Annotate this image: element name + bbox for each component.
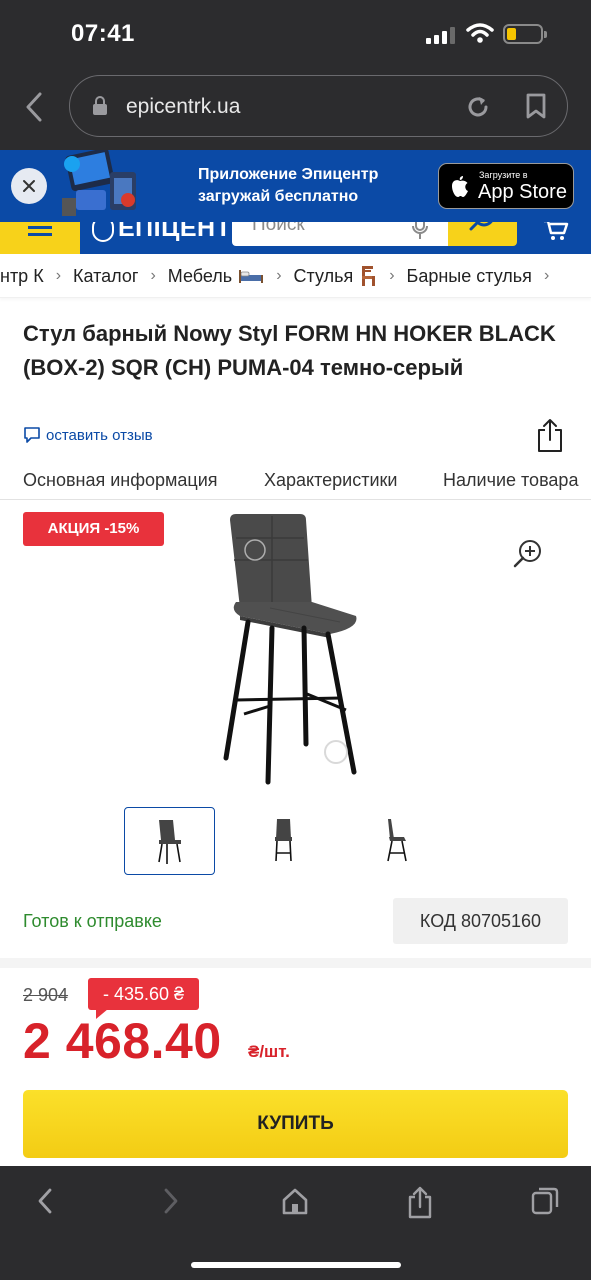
breadcrumb-item-catalog[interactable]: Каталог <box>73 266 138 287</box>
menu-button[interactable] <box>0 222 80 254</box>
product-title: Стул барный Nowy Styl FORM HN HOKER BLAC… <box>23 321 556 380</box>
browser-bottom-bar <box>0 1166 591 1280</box>
battery-icon <box>503 24 547 44</box>
buy-button[interactable]: КУПИТЬ <box>23 1090 568 1158</box>
banner-text: Приложение Эпицентр загружай бесплатно <box>198 164 378 208</box>
reload-icon[interactable] <box>464 93 492 121</box>
breadcrumb-label: нтр К <box>0 265 44 286</box>
product-tabs: Основная информация Характеристики Налич… <box>0 460 591 500</box>
bed-icon <box>239 270 264 283</box>
status-bar: 07:41 <box>0 0 591 70</box>
leave-review-label: оставить отзыв <box>46 426 153 444</box>
share-icon[interactable] <box>536 418 564 454</box>
breadcrumb-item[interactable]: нтр К <box>0 266 44 287</box>
home-indicator[interactable] <box>191 1262 401 1268</box>
url-text: epicentrk.ua <box>126 95 241 118</box>
leave-review-link[interactable]: оставить отзыв <box>23 426 153 444</box>
search-icon <box>469 222 493 231</box>
site-header: ЕПІЦЕНТР Поиск <box>0 222 591 254</box>
banner-line-1: Приложение Эпицентр <box>198 166 379 183</box>
breadcrumb-item-bar-stools[interactable]: Барные стулья <box>407 266 532 287</box>
banner-line-2: загружай бесплатно <box>198 188 359 205</box>
chevron-right-icon: › <box>276 267 282 284</box>
share-page-icon[interactable] <box>407 1186 433 1220</box>
logo-badge-icon <box>92 222 114 242</box>
breadcrumb-item-chairs[interactable]: Стулья <box>294 265 378 287</box>
section-divider <box>0 958 591 968</box>
promo-badge: АКЦИЯ -15% <box>23 512 164 546</box>
thumbnail-strip <box>124 807 469 875</box>
zoom-in-icon[interactable] <box>512 538 544 570</box>
thumbnail-image <box>275 819 292 862</box>
wifi-icon <box>466 23 494 43</box>
current-price: 2 468.40 <box>23 1013 222 1069</box>
logo-text: ЕПІЦЕНТР <box>118 222 249 242</box>
site-logo[interactable]: ЕПІЦЕНТР <box>92 222 249 243</box>
bookmark-icon[interactable] <box>524 92 548 120</box>
chair-icon <box>362 266 376 286</box>
breadcrumb-label: Барные стулья <box>406 265 532 286</box>
comment-icon <box>24 427 40 443</box>
nav-back-icon[interactable] <box>34 1186 58 1216</box>
discount-badge: - 435.60 ₴ <box>88 978 199 1019</box>
thumbnail-3[interactable] <box>352 807 443 875</box>
breadcrumb-label: Стулья <box>293 265 354 286</box>
tab-main-info[interactable]: Основная информация <box>23 470 218 491</box>
breadcrumb-item-furniture[interactable]: Мебель <box>168 266 264 287</box>
close-icon <box>23 180 35 192</box>
tab-characteristics[interactable]: Характеристики <box>264 470 397 491</box>
product-code: КОД 80705160 <box>393 898 568 944</box>
browser-toolbar: epicentrk.ua <box>0 70 591 150</box>
browser-back-icon[interactable] <box>22 90 46 124</box>
close-banner-button[interactable] <box>11 168 47 204</box>
app-store-small-text: Загрузите в <box>479 170 528 180</box>
cellular-signal-icon <box>426 26 455 44</box>
search-button[interactable] <box>448 222 517 246</box>
lock-icon <box>93 96 107 115</box>
tab-availability[interactable]: Наличие товара <box>443 470 578 491</box>
nav-forward-icon[interactable] <box>158 1186 182 1216</box>
promo-products-image <box>62 150 136 216</box>
thumbnail-1[interactable] <box>124 807 215 875</box>
breadcrumb-label: Каталог <box>73 265 139 286</box>
chevron-right-icon: › <box>389 267 395 284</box>
chevron-right-icon: › <box>150 267 156 284</box>
chevron-right-icon: › <box>55 267 62 284</box>
tabs-icon[interactable] <box>530 1186 560 1216</box>
chevron-right-icon: › <box>543 267 550 284</box>
app-download-banner: Приложение Эпицентр загружай бесплатно З… <box>0 150 591 222</box>
breadcrumb: нтр К › Каталог › Мебель › Стулья › Барн… <box>0 254 591 298</box>
product-image[interactable] <box>200 510 380 786</box>
price-unit: ₴/шт. <box>248 1042 290 1061</box>
thumbnail-image <box>387 819 407 862</box>
apple-logo-icon <box>452 176 468 197</box>
app-store-label: App Store <box>478 181 567 203</box>
product-page: нтр К › Каталог › Мебель › Стулья › Барн… <box>0 254 591 1166</box>
availability-status: Готов к отправке <box>23 911 162 931</box>
thumbnail-image <box>158 820 181 864</box>
breadcrumb-label: Мебель <box>167 265 233 286</box>
cart-icon[interactable] <box>543 222 569 242</box>
status-time: 07:41 <box>71 20 135 47</box>
app-store-button[interactable]: Загрузите в App Store <box>438 163 574 209</box>
home-icon[interactable] <box>281 1186 309 1216</box>
address-bar[interactable]: epicentrk.ua <box>69 75 568 137</box>
thumbnail-2[interactable] <box>238 807 329 875</box>
old-price: 2 904 <box>23 985 69 1005</box>
search-placeholder: Поиск <box>252 222 305 235</box>
microphone-icon[interactable] <box>410 222 430 242</box>
